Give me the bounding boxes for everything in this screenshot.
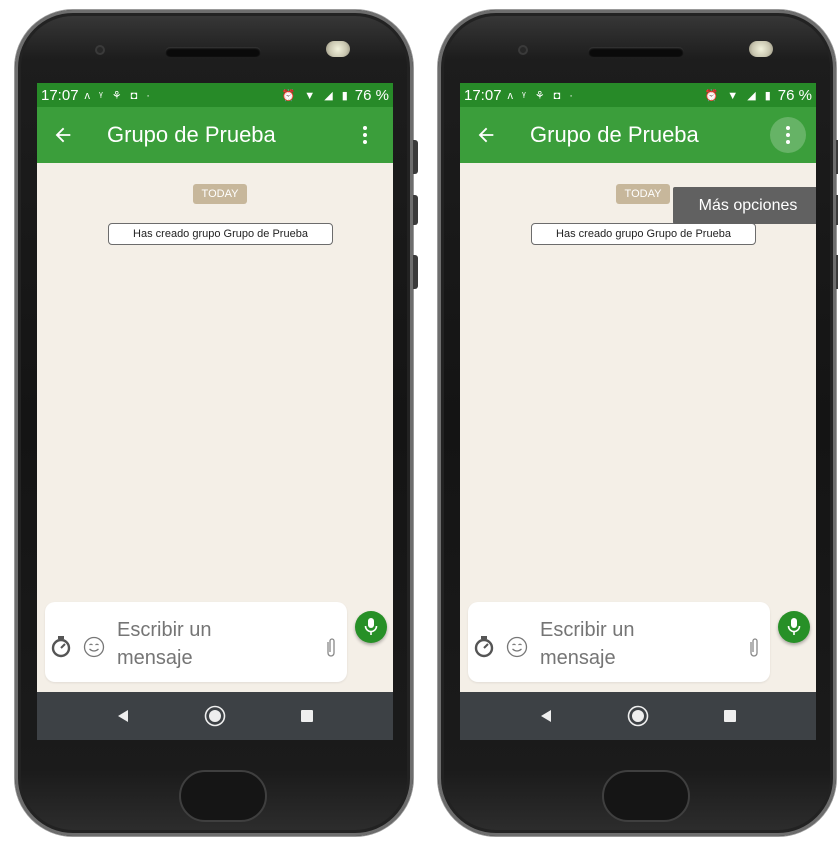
triangle-back-icon xyxy=(118,710,128,722)
mic-icon xyxy=(787,618,801,635)
arrow-left-icon xyxy=(478,127,494,143)
front-camera xyxy=(518,45,528,55)
back-button[interactable] xyxy=(37,107,89,163)
app-bar: Grupo de Prueba xyxy=(460,107,816,163)
emoji-icon[interactable] xyxy=(506,636,528,658)
battery-level: 76 % xyxy=(777,86,812,104)
hardware-home-button[interactable] xyxy=(179,770,267,822)
phone-frame-right: 17:07 ᴧ ᵞ ⚘ ◘ · ⏰ ▼ ◢ ▮ 76 % Grupo de Pr… xyxy=(438,10,838,836)
navigation-bar xyxy=(37,692,393,740)
nav-home-button[interactable] xyxy=(623,701,653,731)
mic-button[interactable] xyxy=(778,611,810,643)
chat-title[interactable]: Grupo de Prueba xyxy=(89,122,347,148)
front-camera xyxy=(95,45,105,55)
back-button[interactable] xyxy=(460,107,512,163)
message-input[interactable] xyxy=(117,616,267,672)
app-bar: Grupo de Prueba xyxy=(37,107,393,163)
chat-title[interactable]: Grupo de Prueba xyxy=(512,122,770,148)
circle-home-icon xyxy=(204,705,226,727)
more-options-tooltip: Más opciones xyxy=(673,187,816,224)
message-input-bar xyxy=(468,602,770,682)
mic-icon xyxy=(364,618,378,635)
power-button xyxy=(413,140,418,174)
hardware-home-button[interactable] xyxy=(602,770,690,822)
system-status-icons: ⏰ ▼ ◢ ▮ xyxy=(281,89,351,102)
status-bar: 17:07 ᴧ ᵞ ⚘ ◘ · ⏰ ▼ ◢ ▮ 76 % xyxy=(37,83,393,107)
volume-up-button xyxy=(413,195,418,225)
status-bar: 17:07 ᴧ ᵞ ⚘ ◘ · ⏰ ▼ ◢ ▮ 76 % xyxy=(460,83,816,107)
system-status-icons: ⏰ ▼ ◢ ▮ xyxy=(704,89,774,102)
nav-back-button[interactable] xyxy=(531,701,561,731)
front-flash xyxy=(326,41,350,57)
nav-recents-button[interactable] xyxy=(292,701,322,731)
more-vert-icon xyxy=(786,126,790,144)
system-message: Has creado grupo Grupo de Prueba xyxy=(108,223,333,245)
screen: 17:07 ᴧ ᵞ ⚘ ◘ · ⏰ ▼ ◢ ▮ 76 % Grupo de Pr… xyxy=(37,83,393,740)
arrow-left-icon xyxy=(55,127,71,143)
triangle-back-icon xyxy=(541,710,551,722)
nav-back-button[interactable] xyxy=(108,701,138,731)
status-time: 17:07 xyxy=(464,86,502,104)
earpiece xyxy=(165,47,261,57)
paperclip-icon[interactable] xyxy=(748,636,760,660)
more-options-button[interactable] xyxy=(770,117,806,153)
screen: 17:07 ᴧ ᵞ ⚘ ◘ · ⏰ ▼ ◢ ▮ 76 % Grupo de Pr… xyxy=(460,83,816,740)
message-input-bar xyxy=(45,602,347,682)
more-vert-icon xyxy=(363,126,367,144)
mic-button[interactable] xyxy=(355,611,387,643)
navigation-bar xyxy=(460,692,816,740)
notification-icons: ᴧ ᵞ ⚘ ◘ · xyxy=(84,89,153,102)
square-recents-icon xyxy=(724,710,736,722)
earpiece xyxy=(588,47,684,57)
timer-icon[interactable] xyxy=(51,636,71,658)
front-flash xyxy=(749,41,773,57)
phone-frame-left: 17:07 ᴧ ᵞ ⚘ ◘ · ⏰ ▼ ◢ ▮ 76 % Grupo de Pr… xyxy=(15,10,418,836)
status-time: 17:07 xyxy=(41,86,79,104)
nav-home-button[interactable] xyxy=(200,701,230,731)
date-chip: TODAY xyxy=(193,184,247,204)
volume-down-button xyxy=(413,255,418,289)
more-options-button[interactable] xyxy=(347,117,383,153)
battery-level: 76 % xyxy=(354,86,389,104)
nav-recents-button[interactable] xyxy=(715,701,745,731)
system-message: Has creado grupo Grupo de Prueba xyxy=(531,223,756,245)
timer-icon[interactable] xyxy=(474,636,494,658)
message-input[interactable] xyxy=(540,616,690,672)
paperclip-icon[interactable] xyxy=(325,636,337,660)
date-chip: TODAY xyxy=(616,184,670,204)
notification-icons: ᴧ ᵞ ⚘ ◘ · xyxy=(507,89,576,102)
emoji-icon[interactable] xyxy=(83,636,105,658)
circle-home-icon xyxy=(627,705,649,727)
square-recents-icon xyxy=(301,710,313,722)
